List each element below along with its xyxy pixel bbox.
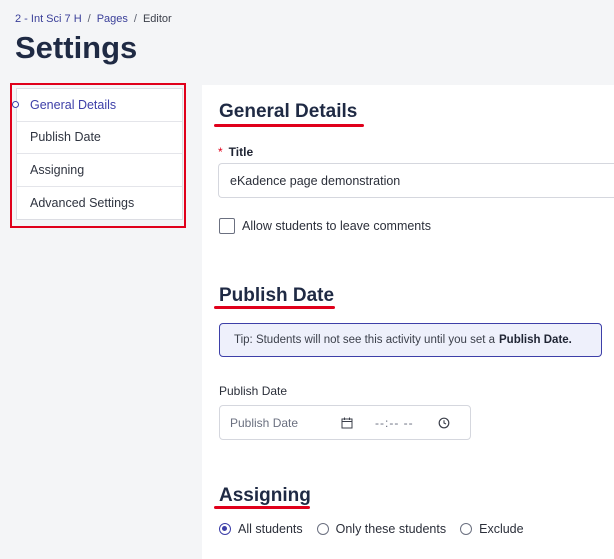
active-indicator-dot-icon bbox=[12, 101, 19, 108]
publish-date-heading: Publish Date bbox=[219, 285, 335, 306]
sidebar-item-label: Assigning bbox=[30, 162, 85, 177]
radio-label: Exclude bbox=[479, 522, 524, 536]
breadcrumb-separator: / bbox=[87, 13, 91, 25]
sidebar-item-publish-date[interactable]: Publish Date bbox=[17, 122, 182, 154]
sidebar-item-assigning[interactable]: Assigning bbox=[17, 154, 182, 187]
calendar-icon[interactable] bbox=[341, 417, 353, 429]
breadcrumb-course-link[interactable]: 2 - Int Sci 7 H bbox=[15, 13, 82, 25]
radio-label: All students bbox=[238, 522, 303, 536]
sidebar-item-general-details[interactable]: General Details bbox=[17, 89, 182, 122]
annotation-underline bbox=[214, 306, 335, 309]
title-label-text: Title bbox=[228, 145, 254, 159]
allow-comments-checkbox[interactable] bbox=[219, 218, 235, 234]
annotation-underline bbox=[214, 124, 364, 127]
title-input[interactable] bbox=[218, 163, 614, 198]
page-title: Settings bbox=[15, 30, 138, 65]
breadcrumb: 2 - Int Sci 7 H / Pages / Editor bbox=[15, 13, 172, 25]
breadcrumb-current: Editor bbox=[142, 13, 172, 25]
radio-button[interactable] bbox=[460, 523, 473, 535]
publish-tip-banner: Tip: Students will not see this activity… bbox=[219, 323, 602, 357]
date-input-placeholder[interactable]: Publish Date bbox=[230, 416, 298, 430]
publish-date-field[interactable]: Publish Date --:-- -- bbox=[219, 405, 471, 440]
sidebar-item-advanced-settings[interactable]: Advanced Settings bbox=[17, 187, 182, 220]
assign-option-only-these-students[interactable]: Only these students bbox=[316, 522, 447, 536]
tip-text: Tip: Students will not see this activity… bbox=[234, 334, 496, 346]
sidebar-item-label: Advanced Settings bbox=[30, 195, 135, 210]
assign-option-all-students[interactable]: All students bbox=[219, 522, 303, 536]
sidebar-item-label: Publish Date bbox=[30, 130, 101, 145]
general-details-heading: General Details bbox=[219, 101, 358, 122]
tip-bold-text: Publish Date. bbox=[499, 334, 572, 346]
publish-date-label: Publish Date bbox=[219, 384, 288, 398]
assigning-heading: Assigning bbox=[219, 485, 311, 506]
settings-sidebar-nav: General Details Publish Date Assigning A… bbox=[16, 88, 183, 220]
radio-button[interactable] bbox=[219, 523, 231, 535]
radio-button[interactable] bbox=[316, 523, 329, 535]
annotation-underline bbox=[214, 506, 310, 509]
assign-option-exclude[interactable]: Exclude bbox=[460, 522, 524, 536]
clock-icon[interactable] bbox=[438, 417, 450, 429]
breadcrumb-pages-link[interactable]: Pages bbox=[97, 13, 128, 25]
assign-options-group: All students Only these students Exclude bbox=[219, 522, 538, 536]
radio-label: Only these students bbox=[335, 522, 447, 536]
allow-comments-label: Allow students to leave comments bbox=[242, 219, 431, 233]
required-asterisk: * bbox=[218, 145, 223, 159]
breadcrumb-separator: / bbox=[133, 13, 137, 25]
sidebar-item-label: General Details bbox=[30, 97, 117, 112]
time-input-placeholder[interactable]: --:-- -- bbox=[375, 416, 414, 430]
title-label: * Title bbox=[218, 145, 253, 159]
